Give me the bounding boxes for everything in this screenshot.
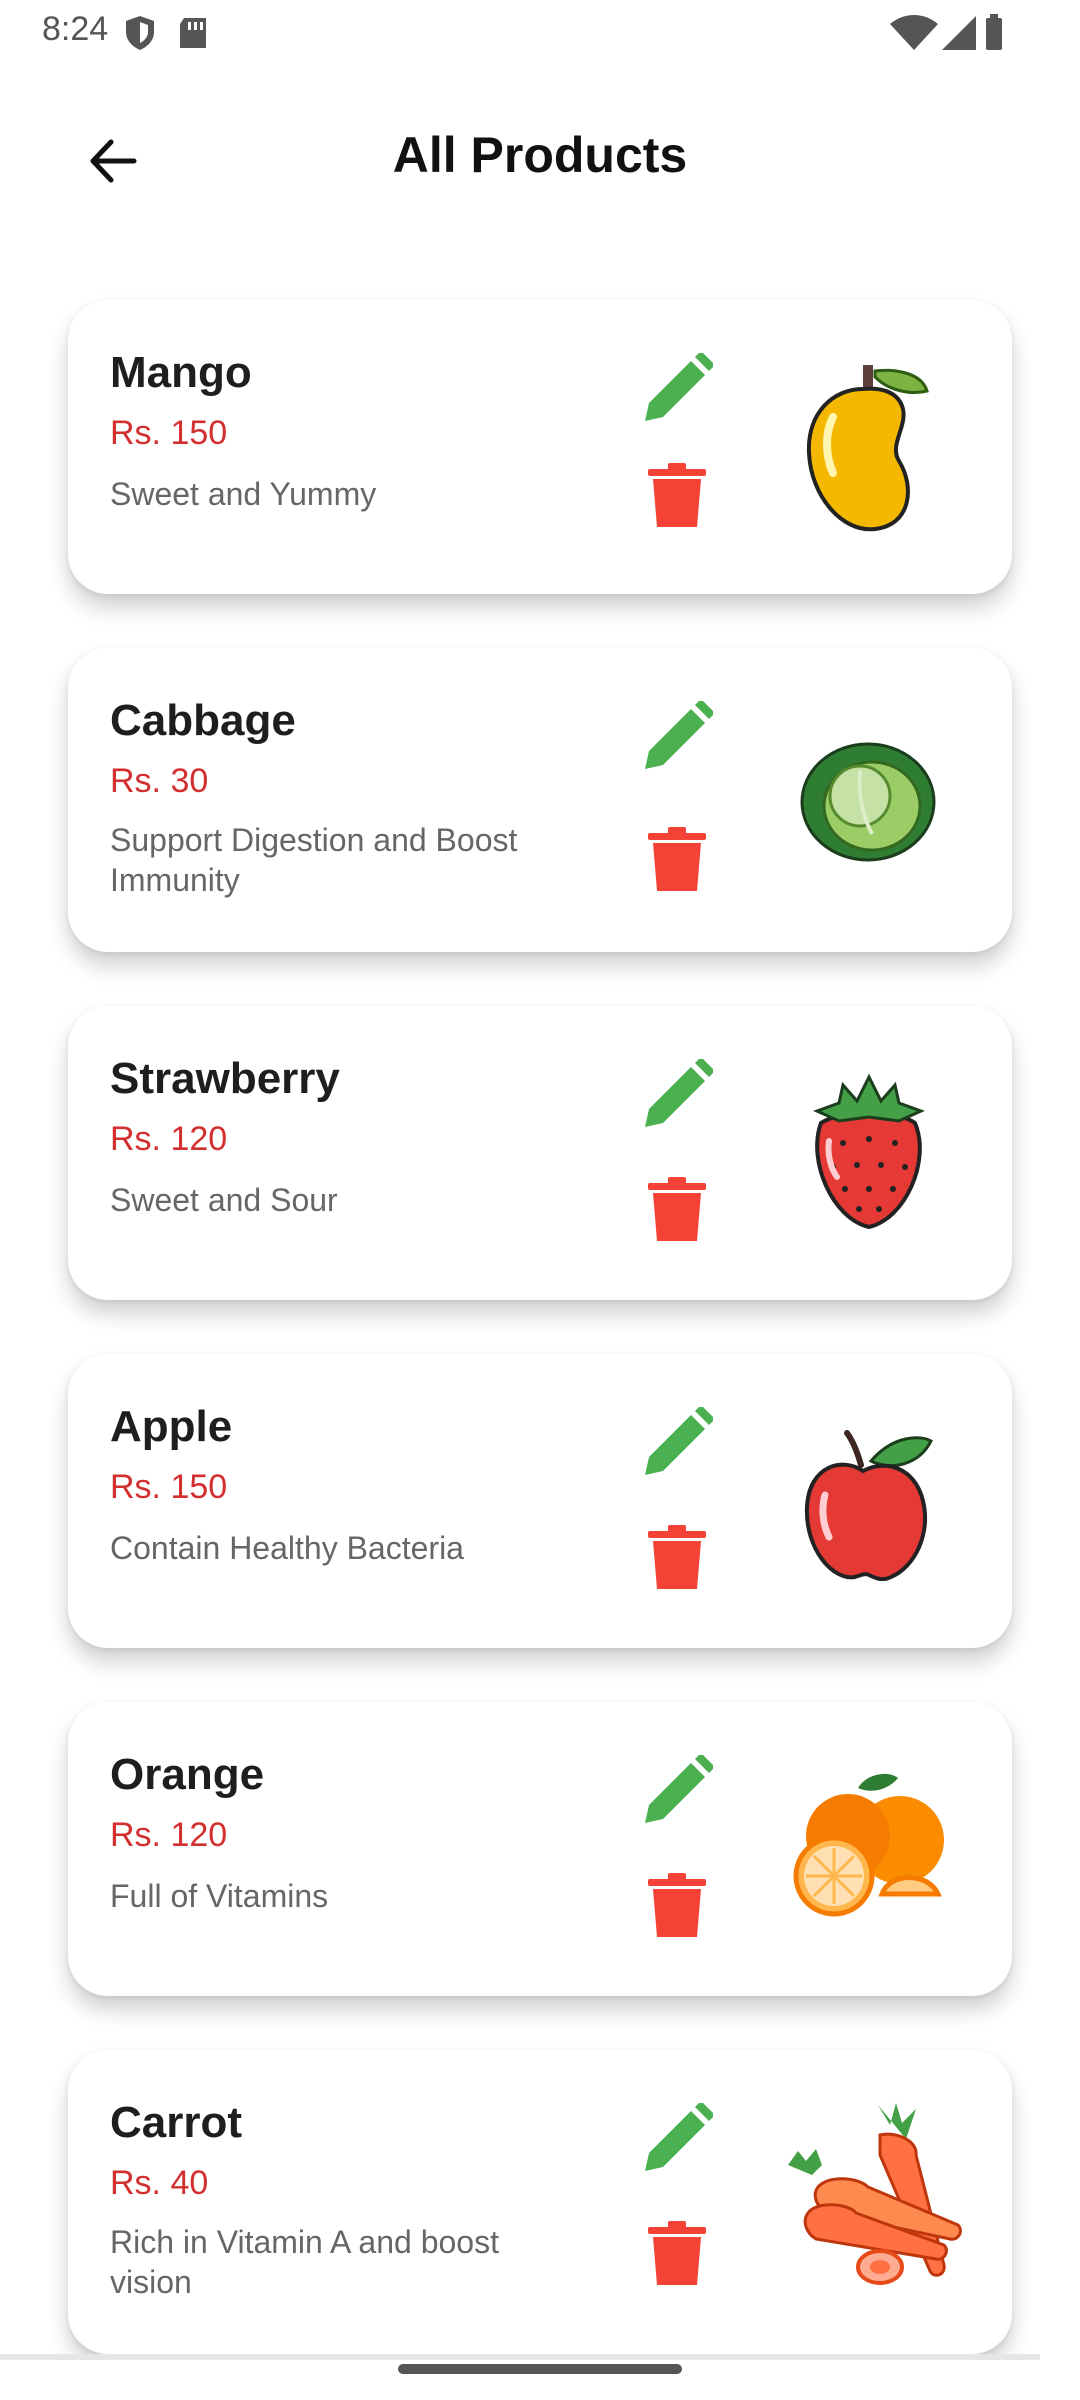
product-list[interactable]: Mango Rs. 150 Sweet and Yummy Cabbage Rs…	[0, 258, 1040, 2358]
orange-image	[793, 1773, 944, 1917]
product-name: Apple	[110, 1402, 233, 1451]
pencil-icon	[645, 1059, 713, 1127]
pencil-icon	[645, 1755, 713, 1823]
trash-icon	[648, 827, 706, 891]
trash-icon	[648, 1177, 706, 1241]
product-card-mango[interactable]: Mango Rs. 150 Sweet and Yummy	[68, 300, 1012, 594]
edit-button[interactable]	[638, 1404, 716, 1482]
status-bar: 8:24	[0, 0, 1080, 64]
delete-button[interactable]	[644, 460, 710, 530]
product-description: Contain Healthy Bacteria	[110, 1530, 464, 1566]
product-price: Rs. 120	[110, 1120, 228, 1158]
trash-icon	[648, 1525, 706, 1589]
product-image	[758, 1046, 978, 1256]
signal-icon	[942, 16, 976, 50]
edit-button[interactable]	[638, 1056, 716, 1134]
status-right-icons	[888, 14, 1008, 57]
product-price: Rs. 40	[110, 2164, 209, 2202]
wifi-icon	[890, 15, 938, 50]
delete-button[interactable]	[644, 824, 710, 894]
product-card-carrot[interactable]: Carrot Rs. 40 Rich in Vitamin A and boos…	[68, 2050, 1012, 2354]
product-image	[758, 1396, 978, 1606]
product-description: Support Digestion and Boost Immunity	[110, 822, 518, 898]
delete-button[interactable]	[644, 1870, 710, 1940]
product-image	[758, 694, 978, 904]
product-image	[758, 1742, 978, 1952]
delete-button[interactable]	[644, 2218, 710, 2288]
product-card-apple[interactable]: Apple Rs. 150 Contain Healthy Bacteria	[68, 1354, 1012, 1648]
product-name: Strawberry	[110, 1054, 340, 1103]
home-indicator[interactable]	[398, 2364, 682, 2374]
trash-icon	[648, 2221, 706, 2285]
pencil-icon	[645, 1407, 713, 1475]
product-price: Rs. 150	[110, 1468, 228, 1506]
pencil-icon	[645, 2103, 713, 2171]
delete-button[interactable]	[644, 1522, 710, 1592]
edit-button[interactable]	[638, 698, 716, 776]
status-time: 8:24	[42, 10, 109, 48]
product-description: Full of Vitamins	[110, 1878, 329, 1914]
pencil-icon	[645, 701, 713, 769]
product-name: Mango	[110, 348, 252, 397]
page-title: All Products	[392, 127, 688, 183]
product-image	[758, 2090, 978, 2300]
product-price: Rs. 150	[110, 414, 228, 452]
edit-button[interactable]	[638, 350, 716, 428]
product-price: Rs. 30	[110, 762, 209, 800]
apple-image	[804, 1430, 933, 1581]
trash-icon	[648, 1873, 706, 1937]
pencil-icon	[645, 353, 713, 421]
product-description: Sweet and Sour	[110, 1182, 338, 1218]
cabbage-image	[800, 742, 936, 862]
product-description: Rich in Vitamin A and boost vision	[110, 2224, 499, 2300]
sd-card-icon	[180, 18, 206, 48]
trash-icon	[648, 463, 706, 527]
battery-icon	[986, 14, 1002, 50]
product-card-cabbage[interactable]: Cabbage Rs. 30 Support Digestion and Boo…	[68, 648, 1012, 952]
product-description: Sweet and Yummy	[110, 476, 377, 512]
mango-image	[806, 365, 929, 532]
product-card-strawberry[interactable]: Strawberry Rs. 120 Sweet and Sour	[68, 1006, 1012, 1300]
app-bar: All Products	[0, 100, 1080, 220]
product-price: Rs. 120	[110, 1816, 228, 1854]
product-name: Carrot	[110, 2098, 243, 2147]
product-name: Cabbage	[110, 696, 296, 745]
product-name: Orange	[110, 1750, 265, 1799]
list-edge	[0, 2354, 1040, 2360]
edit-button[interactable]	[638, 2100, 716, 2178]
status-left-icons	[126, 14, 216, 57]
product-image	[758, 342, 978, 552]
strawberry-image	[813, 1073, 925, 1230]
shield-icon	[126, 16, 154, 50]
edit-button[interactable]	[638, 1752, 716, 1830]
product-card-orange[interactable]: Orange Rs. 120 Full of Vitamins	[68, 1702, 1012, 1996]
carrot-image	[788, 2103, 962, 2285]
delete-button[interactable]	[644, 1174, 710, 1244]
